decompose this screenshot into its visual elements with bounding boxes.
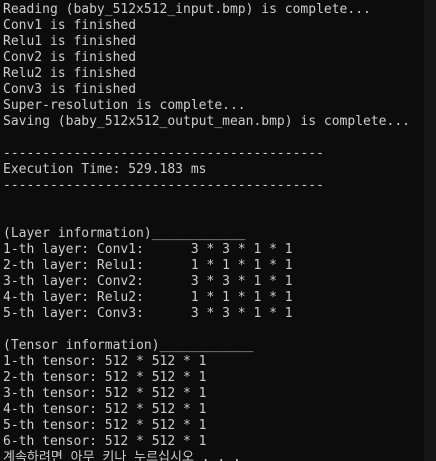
tensor-info-row: 5-th tensor: 512 * 512 * 1 xyxy=(3,418,207,433)
execution-time: Execution Time: 529.183 ms xyxy=(3,162,207,177)
press-any-key-prompt: 계속하려면 아무 키나 누르십시오 . . . xyxy=(3,450,241,461)
tensor-info-row: 1-th tensor: 512 * 512 * 1 xyxy=(3,354,207,369)
log-line-conv3: Conv3 is finished xyxy=(3,82,137,97)
vertical-scrollbar[interactable] xyxy=(424,0,436,461)
layer-info-row: 3-th layer: Conv2: 3 * 3 * 1 * 1 xyxy=(3,274,293,289)
log-line-relu1: Relu1 is finished xyxy=(3,34,137,49)
tensor-info-header: (Tensor information)____________ xyxy=(3,338,254,353)
log-line-saving: Saving (baby_512x512_output_mean.bmp) is… xyxy=(3,114,410,129)
layer-info-row: 1-th layer: Conv1: 3 * 3 * 1 * 1 xyxy=(3,242,293,257)
log-line-relu2: Relu2 is finished xyxy=(3,66,137,81)
log-line-super-resolution: Super-resolution is complete... xyxy=(3,98,246,113)
layer-info-row: 5-th layer: Conv3: 3 * 3 * 1 * 1 xyxy=(3,306,293,321)
separator-line: ----------------------------------------… xyxy=(3,146,324,161)
log-line-reading: Reading (baby_512x512_input.bmp) is comp… xyxy=(3,2,371,17)
log-line-conv1: Conv1 is finished xyxy=(3,18,137,33)
tensor-info-row: 6-th tensor: 512 * 512 * 1 xyxy=(3,434,207,449)
console-window[interactable]: Reading (baby_512x512_input.bmp) is comp… xyxy=(0,0,436,461)
layer-info-row: 4-th layer: Relu2: 1 * 1 * 1 * 1 xyxy=(3,290,293,305)
tensor-info-row: 3-th tensor: 512 * 512 * 1 xyxy=(3,386,207,401)
log-line-conv2: Conv2 is finished xyxy=(3,50,137,65)
layer-info-header: (Layer information)____________ xyxy=(3,226,246,241)
tensor-info-row: 4-th tensor: 512 * 512 * 1 xyxy=(3,402,207,417)
separator-line: ----------------------------------------… xyxy=(3,178,324,193)
layer-info-row: 2-th layer: Relu1: 1 * 1 * 1 * 1 xyxy=(3,258,293,273)
tensor-info-row: 2-th tensor: 512 * 512 * 1 xyxy=(3,370,207,385)
